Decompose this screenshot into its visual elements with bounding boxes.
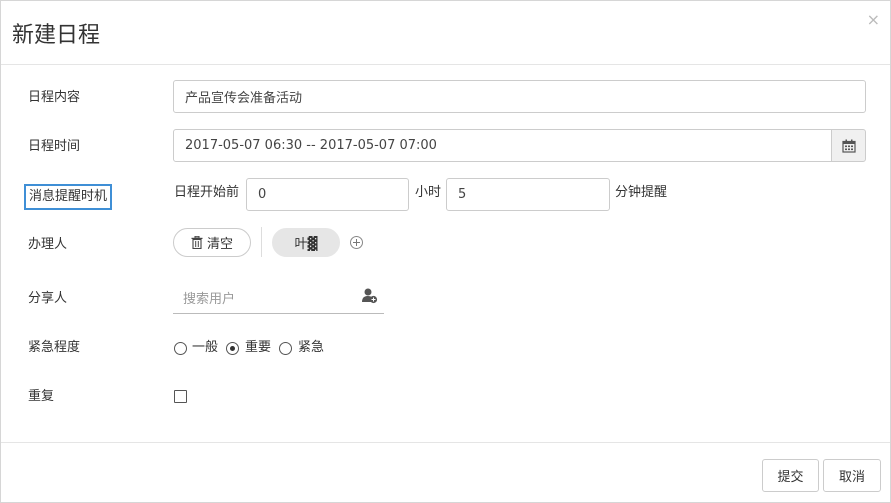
trash-icon <box>191 236 203 249</box>
urgency-option-normal: 一般 <box>192 340 219 355</box>
urgency-radio-important[interactable] <box>226 342 239 355</box>
content-value: 产品宣传会准备活动 <box>185 91 303 106</box>
reminder-hours-value: 0 <box>258 187 267 202</box>
reminder-hours-input[interactable]: 0 <box>246 178 409 211</box>
new-schedule-dialog: 新建日程 × 日程内容 产品宣传会准备活动 日程时间 2017-05-07 06… <box>0 0 891 503</box>
calendar-button[interactable] <box>831 129 866 162</box>
cancel-button[interactable]: 取消 <box>823 459 881 492</box>
share-search-placeholder: 搜索用户 <box>183 291 236 307</box>
assignee-user-name: 叶▓ <box>294 237 318 252</box>
assignee-separator <box>261 227 262 257</box>
time-range-value: 2017-05-07 06:30 -- 2017-05-07 07:00 <box>185 138 437 153</box>
submit-button[interactable]: 提交 <box>762 459 819 492</box>
header-divider <box>1 64 890 65</box>
urgency-option-important: 重要 <box>245 340 272 355</box>
content-label: 日程内容 <box>28 90 81 105</box>
reminder-hours-unit: 小时 <box>415 185 442 200</box>
plus-circle-icon[interactable] <box>350 236 363 249</box>
share-label: 分享人 <box>28 291 68 306</box>
reminder-minutes-input[interactable]: 5 <box>446 178 610 211</box>
urgency-label: 紧急程度 <box>28 340 81 355</box>
urgency-radio-normal[interactable] <box>174 342 187 355</box>
assignee-label: 办理人 <box>28 237 68 252</box>
reminder-minutes-suffix: 分钟提醒 <box>615 185 668 200</box>
time-label: 日程时间 <box>28 139 81 154</box>
repeat-label: 重复 <box>28 389 55 404</box>
reminder-label: 消息提醒时机 <box>24 184 113 210</box>
user-add-icon[interactable] <box>362 288 378 304</box>
assignee-user-tag[interactable]: 叶▓ <box>272 228 340 257</box>
close-icon[interactable]: × <box>867 11 880 29</box>
reminder-minutes-value: 5 <box>458 187 467 202</box>
clear-assignee-button[interactable]: 清空 <box>173 228 251 257</box>
urgency-radio-urgent[interactable] <box>279 342 292 355</box>
dialog-title: 新建日程 <box>12 23 101 48</box>
repeat-checkbox[interactable] <box>174 390 187 403</box>
footer-divider <box>1 442 890 443</box>
share-search-input[interactable]: 搜索用户 <box>173 281 384 314</box>
urgency-option-urgent: 紧急 <box>298 340 325 355</box>
reminder-prefix: 日程开始前 <box>174 185 240 200</box>
clear-label: 清空 <box>206 237 233 252</box>
calendar-icon <box>841 139 856 153</box>
time-range-input[interactable]: 2017-05-07 06:30 -- 2017-05-07 07:00 <box>173 129 832 162</box>
content-input[interactable]: 产品宣传会准备活动 <box>173 80 866 113</box>
